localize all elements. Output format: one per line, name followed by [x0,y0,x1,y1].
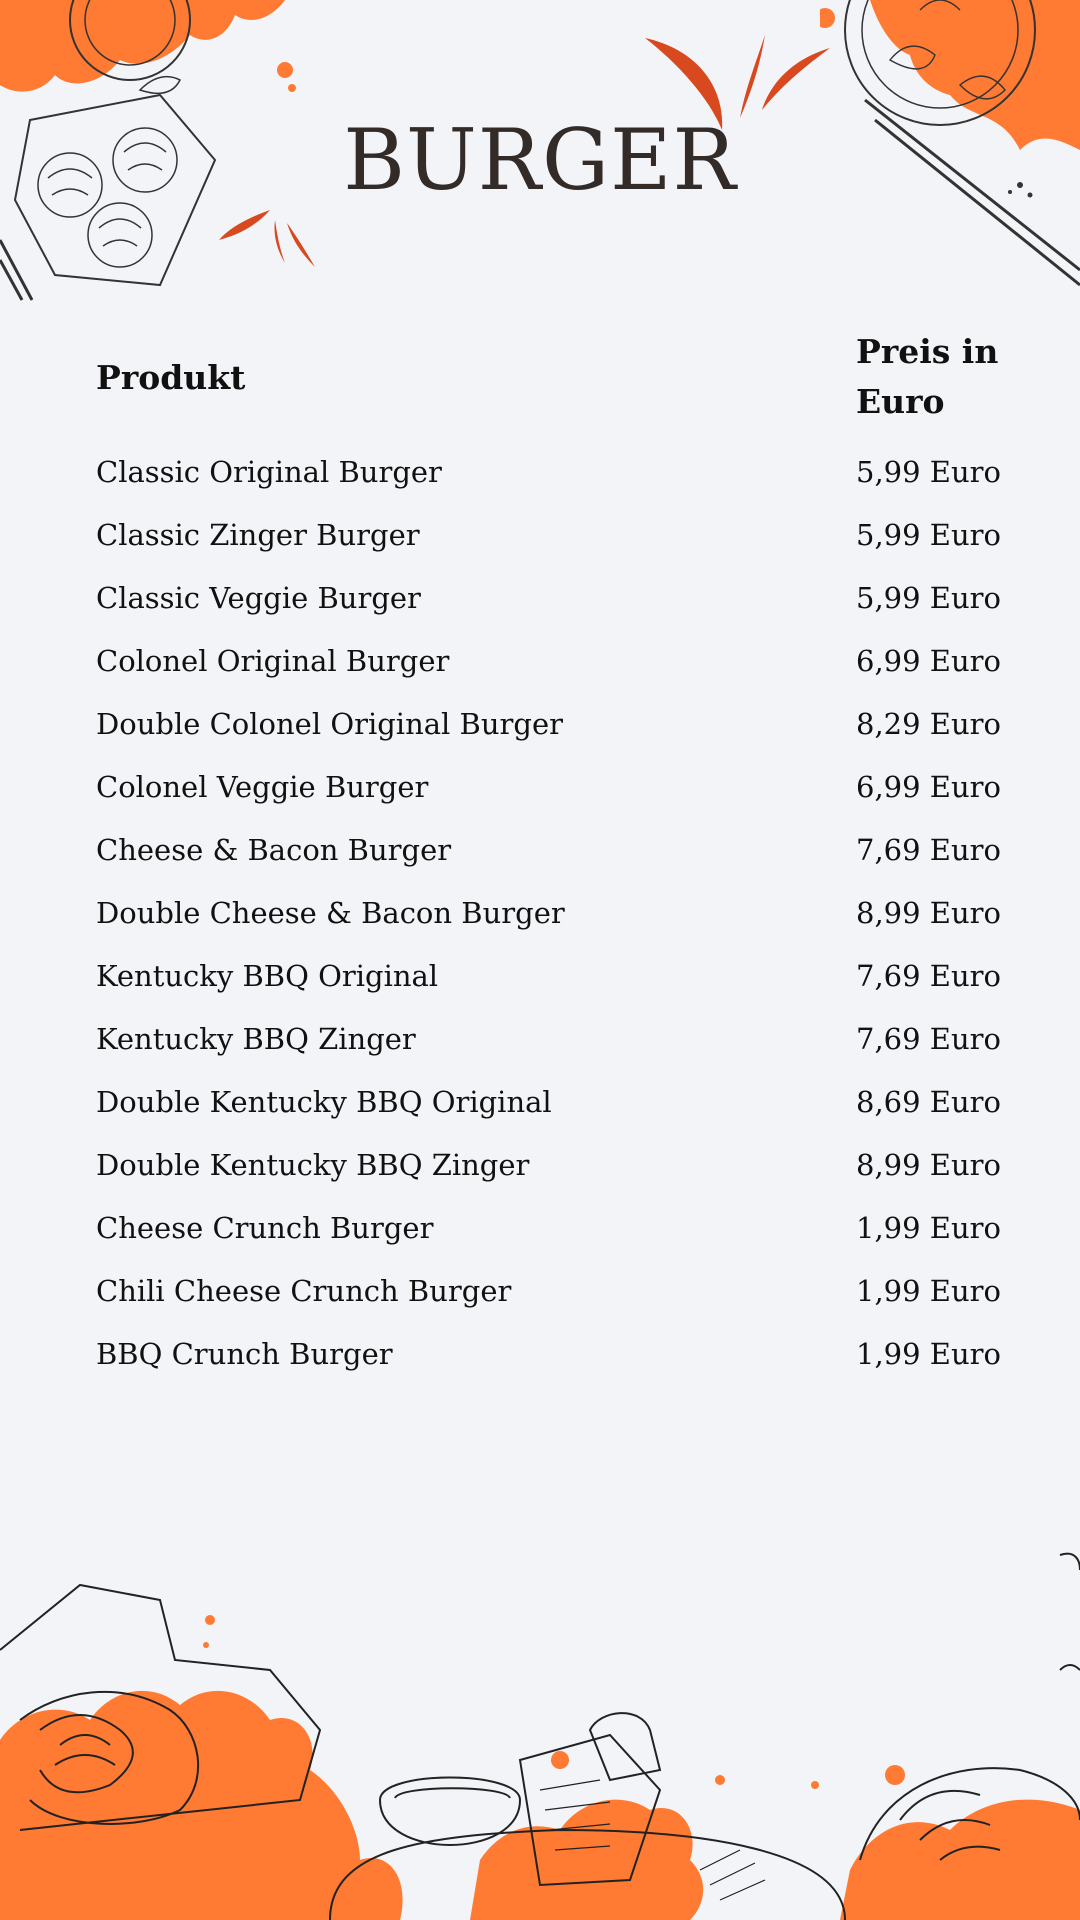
product-name: Cheese Crunch Burger [96,1210,434,1245]
header-product: Produkt [96,357,246,397]
product-price: 7,69 Euro [856,1021,1001,1056]
table-row: Cheese & Bacon Burger 7,69 Euro [96,818,1016,881]
table-row: Chili Cheese Crunch Burger 1,99 Euro [96,1259,1016,1322]
price-table: Produkt Preis in Euro Classic Original B… [96,322,1016,1385]
food-sketch-bottom-illustration [0,1552,1080,1920]
product-name: Cheese & Bacon Burger [96,832,452,867]
table-row: Cheese Crunch Burger 1,99 Euro [96,1196,1016,1259]
table-row: Kentucky BBQ Zinger 7,69 Euro [96,1007,1016,1070]
table-row: Classic Veggie Burger 5,99 Euro [96,566,1016,629]
product-name: Classic Original Burger [96,454,442,489]
product-name: Double Colonel Original Burger [96,706,563,741]
product-name: BBQ Crunch Burger [96,1336,393,1371]
product-name: Colonel Original Burger [96,643,450,678]
table-row: Classic Zinger Burger 5,99 Euro [96,503,1016,566]
product-name: Double Kentucky BBQ Original [96,1084,552,1119]
page-title: BURGER [343,111,737,209]
product-price: 5,99 Euro [856,454,1001,489]
product-name: Classic Veggie Burger [96,580,421,615]
table-header: Produkt Preis in Euro [96,322,1016,432]
product-name: Kentucky BBQ Original [96,958,439,993]
leaf-accent-left [219,210,315,267]
product-price: 7,69 Euro [856,958,1001,993]
product-name: Double Cheese & Bacon Burger [96,895,565,930]
table-row: Double Cheese & Bacon Burger 8,99 Euro [96,881,1016,944]
table-row: Double Colonel Original Burger 8,29 Euro [96,692,1016,755]
table-row: Colonel Original Burger 6,99 Euro [96,629,1016,692]
table-row: Double Kentucky BBQ Original 8,69 Euro [96,1070,1016,1133]
product-price: 7,69 Euro [856,832,1001,867]
product-name: Chili Cheese Crunch Burger [96,1273,512,1308]
product-name: Double Kentucky BBQ Zinger [96,1147,530,1182]
product-price: 5,99 Euro [856,517,1001,552]
table-row: Kentucky BBQ Original 7,69 Euro [96,944,1016,1007]
product-price: 8,69 Euro [856,1084,1001,1119]
table-row: Classic Original Burger 5,99 Euro [96,440,1016,503]
product-price: 6,99 Euro [856,769,1001,804]
product-price: 6,99 Euro [856,643,1001,678]
product-price: 8,29 Euro [856,706,1001,741]
product-price: 5,99 Euro [856,580,1001,615]
product-price: 1,99 Euro [856,1210,1001,1245]
table-row: Colonel Veggie Burger 6,99 Euro [96,755,1016,818]
product-price: 8,99 Euro [856,1147,1001,1182]
product-price: 8,99 Euro [856,895,1001,930]
table-row: BBQ Crunch Burger 1,99 Euro [96,1322,1016,1385]
product-name: Kentucky BBQ Zinger [96,1021,416,1056]
product-name: Classic Zinger Burger [96,517,420,552]
product-price: 1,99 Euro [856,1336,1001,1371]
table-row: Double Kentucky BBQ Zinger 8,99 Euro [96,1133,1016,1196]
product-name: Colonel Veggie Burger [96,769,429,804]
product-price: 1,99 Euro [856,1273,1001,1308]
header-price: Preis in Euro [856,332,999,421]
